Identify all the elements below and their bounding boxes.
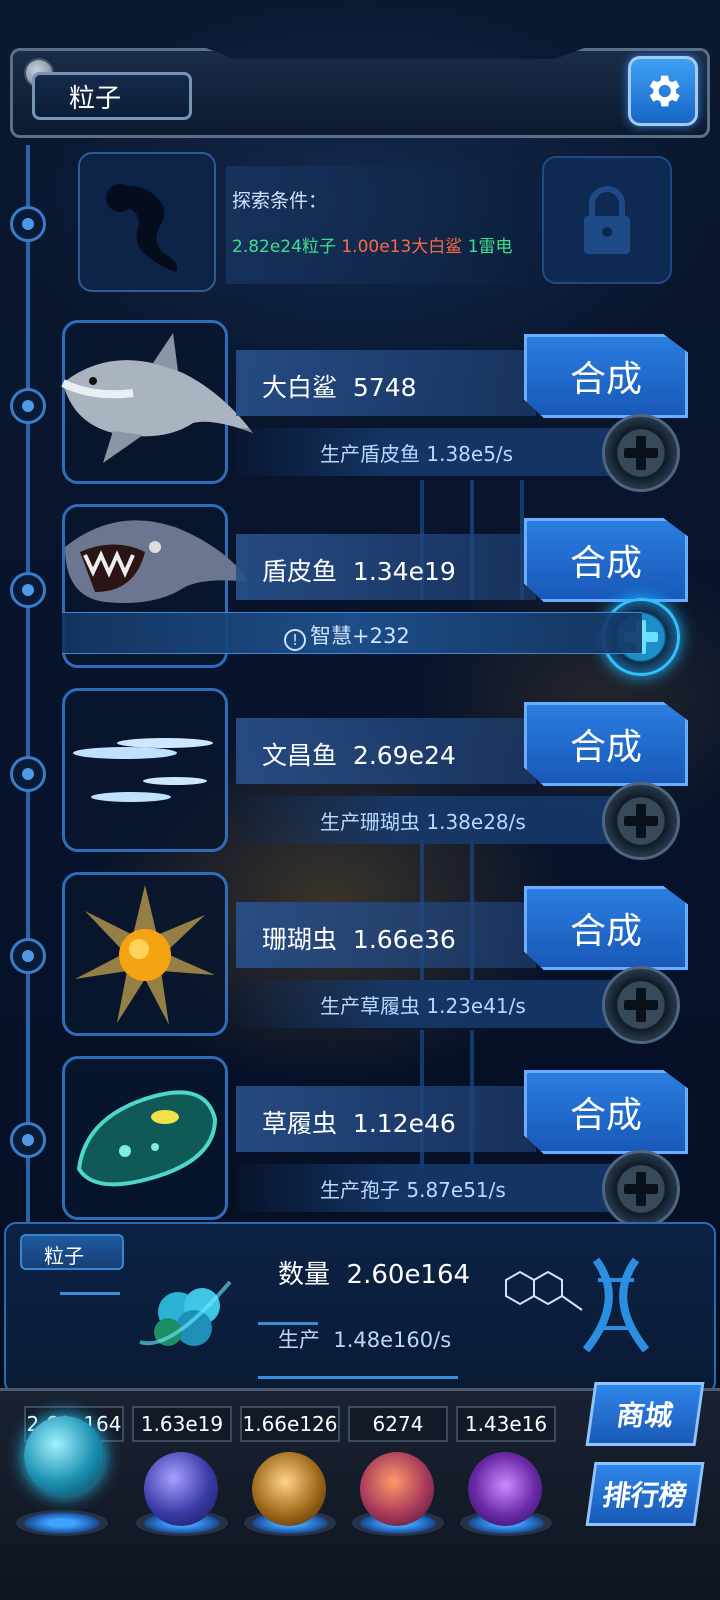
vortex-orb-icon[interactable] bbox=[468, 1452, 542, 1526]
wisdom-notice: ! 智慧+232 bbox=[284, 620, 410, 651]
creature-row-paramecium: 草履虫 1.12e46 生产孢子 5.87e51/s 合成 bbox=[0, 1056, 720, 1228]
creature-count: 1.34e19 bbox=[352, 557, 456, 586]
prod-value: 1.48e160/s bbox=[333, 1328, 452, 1352]
synthesize-button[interactable]: 合成 bbox=[524, 886, 688, 970]
orb-pedestal bbox=[16, 1510, 108, 1536]
particle-cluster-icon bbox=[139, 1280, 232, 1346]
paramecium-icon bbox=[76, 1090, 218, 1187]
paramecium-portrait bbox=[62, 1056, 228, 1220]
gear-icon bbox=[649, 75, 680, 107]
creature-count: 5748 bbox=[352, 373, 417, 402]
particle-orb-icon[interactable] bbox=[24, 1416, 104, 1496]
resource-value-galaxy: 1.66e126 bbox=[240, 1406, 340, 1442]
creature-name-count: 珊瑚虫 1.66e36 bbox=[262, 920, 456, 956]
shark-portrait bbox=[61, 320, 253, 484]
resource-value-brain: 6274 bbox=[348, 1406, 448, 1442]
plus-icon bbox=[624, 804, 658, 838]
production-text: 生产草履虫 1.23e41/s bbox=[320, 994, 526, 1018]
unlock-conditions: 2.82e24粒子 1.00e13大白鲨 1雷电 bbox=[232, 232, 513, 257]
particle-count: 数量 2.60e164 bbox=[278, 1254, 470, 1291]
upgrade-plus-button[interactable] bbox=[602, 966, 680, 1044]
lightning-orb-icon[interactable] bbox=[144, 1452, 218, 1526]
count-label: 数量 bbox=[278, 1260, 331, 1290]
upgrade-plus-button[interactable] bbox=[602, 1150, 680, 1228]
synthesize-button[interactable]: 合成 bbox=[524, 334, 688, 418]
upgrade-plus-button[interactable] bbox=[602, 782, 680, 860]
settings-button[interactable] bbox=[628, 56, 698, 126]
rail-lock-node bbox=[10, 206, 46, 242]
info-icon: ! bbox=[284, 629, 306, 651]
coral-polyp-portrait bbox=[62, 872, 228, 1036]
condition-thunder: 1雷电 bbox=[467, 237, 513, 257]
synthesize-label: 合成 bbox=[569, 911, 642, 952]
galaxy-orb-icon[interactable] bbox=[252, 1452, 326, 1526]
creature-count: 1.66e36 bbox=[352, 925, 456, 954]
creature-row-coral: 珊瑚虫 1.66e36 生产草履虫 1.23e41/s 合成 bbox=[0, 872, 720, 1044]
shark-icon bbox=[61, 333, 253, 463]
creature-row-lancelet: 文昌鱼 2.69e24 生产珊瑚虫 1.38e28/s 合成 bbox=[0, 688, 720, 860]
unlock-conditions-label: 探索条件： bbox=[232, 190, 328, 212]
leaderboard-label: 排行榜 bbox=[600, 1479, 690, 1512]
synthesize-button[interactable]: 合成 bbox=[524, 702, 688, 786]
locked-creature-portrait bbox=[78, 152, 216, 292]
page-title: 粒子 bbox=[32, 72, 192, 120]
creature-name-count: 文昌鱼 2.69e24 bbox=[262, 736, 456, 772]
creature-name: 盾皮鱼 bbox=[262, 557, 338, 586]
connector-line bbox=[60, 1292, 120, 1295]
locked-button[interactable] bbox=[542, 156, 672, 284]
synthesize-button[interactable]: 合成 bbox=[524, 518, 688, 602]
synthesize-label: 合成 bbox=[569, 359, 642, 400]
synthesize-label: 合成 bbox=[569, 1095, 642, 1136]
production-text: 生产盾皮鱼 1.38e5/s bbox=[320, 442, 514, 466]
connector-line bbox=[258, 1376, 458, 1379]
synthesize-label: 合成 bbox=[569, 543, 642, 584]
prod-label: 生产 bbox=[278, 1328, 320, 1352]
creature-name: 大白鲨 bbox=[262, 373, 338, 402]
brain-orb-icon[interactable] bbox=[360, 1452, 434, 1526]
creature-count: 2.69e24 bbox=[352, 741, 456, 770]
creature-name-count: 大白鲨 5748 bbox=[262, 368, 417, 404]
production-text: 生产珊瑚虫 1.38e28/s bbox=[320, 810, 526, 834]
particle-production: 生产 1.48e160/s bbox=[278, 1324, 451, 1354]
coral-polyp-icon bbox=[75, 885, 215, 1025]
particle-tab-label: 粒子 bbox=[20, 1234, 124, 1270]
resource-value-vortex: 1.43e16 bbox=[456, 1406, 556, 1442]
plus-icon bbox=[624, 1172, 658, 1206]
lancelet-icon bbox=[73, 738, 213, 802]
top-header: 粒子 bbox=[10, 48, 710, 138]
dna-icon bbox=[582, 1257, 650, 1353]
salamander-silhouette-icon bbox=[106, 184, 177, 272]
creature-count: 1.12e46 bbox=[352, 1109, 456, 1138]
creature-name: 草履虫 bbox=[262, 1109, 338, 1138]
armored-fish-icon bbox=[65, 520, 250, 603]
creature-name-count: 草履虫 1.12e46 bbox=[262, 1104, 456, 1140]
condition-shark: 1.00e13大白鲨 bbox=[341, 237, 463, 257]
production-text: 生产孢子 5.87e51/s bbox=[320, 1178, 506, 1202]
creature-name-count: 盾皮鱼 1.34e19 bbox=[262, 552, 456, 588]
wisdom-text: 智慧+232 bbox=[310, 624, 410, 648]
unlock-conditions-panel bbox=[226, 166, 536, 284]
plus-icon bbox=[624, 436, 658, 470]
page-title-text: 粒子 bbox=[69, 83, 122, 114]
resource-value-lightning: 1.63e19 bbox=[132, 1406, 232, 1442]
shop-button[interactable]: 商城 bbox=[585, 1382, 705, 1446]
count-value: 2.60e164 bbox=[346, 1260, 471, 1290]
creature-row-shark: 大白鲨 5748 生产盾皮鱼 1.38e5/s 合成 bbox=[0, 320, 720, 492]
plus-icon bbox=[624, 988, 658, 1022]
condition-particle: 2.82e24粒子 bbox=[232, 237, 336, 257]
shop-label: 商城 bbox=[614, 1399, 676, 1432]
synthesize-button[interactable]: 合成 bbox=[524, 1070, 688, 1154]
lancelet-portrait bbox=[62, 688, 228, 852]
upgrade-plus-button[interactable] bbox=[602, 414, 680, 492]
creature-name: 珊瑚虫 bbox=[262, 925, 338, 954]
leaderboard-button[interactable]: 排行榜 bbox=[585, 1462, 705, 1526]
lock-icon bbox=[584, 186, 630, 254]
creature-name: 文昌鱼 bbox=[262, 741, 338, 770]
synthesize-label: 合成 bbox=[569, 727, 642, 768]
